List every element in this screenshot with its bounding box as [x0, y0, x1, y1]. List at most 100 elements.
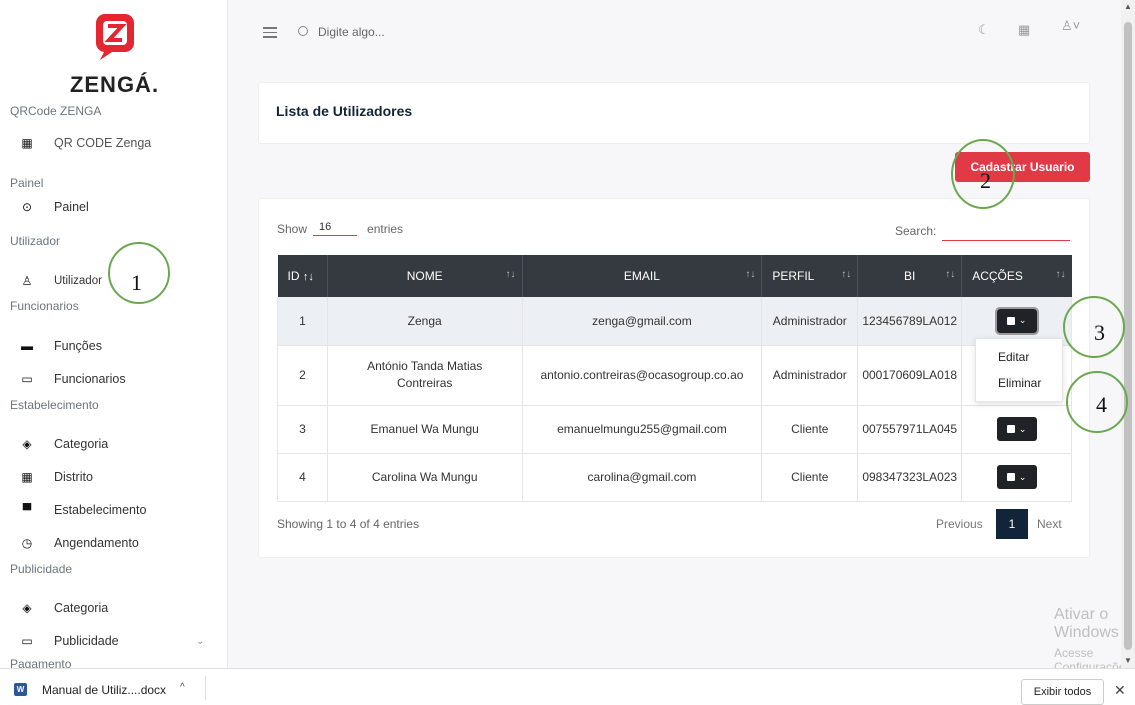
sidebar-item-label: Funcionarios — [54, 372, 126, 386]
sidebar: ZENGÁ. QRCode ZENGA ▦ QR CODE Zenga Pain… — [0, 0, 228, 668]
sort-icon: ↑↓ — [505, 269, 516, 280]
cell-email: zenga@gmail.com — [522, 297, 763, 346]
column-header-nome[interactable]: NOME ↑↓ — [327, 255, 523, 297]
scroll-up-icon[interactable]: ▲ — [1124, 2, 1132, 11]
menu-item-edit[interactable]: Editar — [998, 350, 1029, 364]
clock-icon: ◷ — [21, 536, 33, 550]
show-label: Show — [277, 221, 308, 236]
cell-id: 3 — [277, 405, 328, 454]
brand-name: ZENGÁ. — [69, 72, 160, 97]
chevron-up-icon[interactable]: ^ — [180, 682, 185, 693]
menu-toggle-icon[interactable] — [263, 27, 277, 38]
section-publicidade: Publicidade — [10, 562, 73, 576]
copy-icon — [1006, 316, 1015, 325]
search-label: Search: — [895, 224, 937, 238]
help-circle-icon: ⊙ — [21, 200, 33, 214]
pagination-previous[interactable]: Previous — [936, 517, 983, 531]
sidebar-item-categoria-publicidade[interactable]: ◈ Categoria — [20, 598, 108, 618]
sidebar-item-label: Angendamento — [54, 536, 139, 550]
cell-nome: Carolina Wa Mungu — [327, 453, 523, 502]
zenga-logo-icon — [94, 12, 136, 62]
user-menu-icon[interactable]: ♙˅ — [1061, 18, 1080, 34]
chevron-down-icon: ⌄ — [196, 635, 205, 647]
sidebar-item-categoria[interactable]: ◈ Categoria — [20, 434, 108, 454]
menu-item-delete[interactable]: Eliminar — [998, 376, 1041, 390]
sidebar-item-utilizador[interactable]: ♙ Utilizador — [20, 271, 102, 291]
sidebar-item-angendamento[interactable]: ◷ Angendamento — [20, 533, 139, 553]
sidebar-item-label: QR CODE Zenga — [54, 136, 152, 150]
actions-dropdown-button[interactable]: ⌄ — [996, 465, 1037, 489]
sidebar-item-funcionarios[interactable]: ▭ Funcionarios — [20, 369, 126, 389]
cell-nome: Zenga — [327, 297, 523, 346]
cell-perfil: Cliente — [761, 405, 859, 454]
copy-icon — [1006, 425, 1015, 433]
pagination-page-1[interactable]: 1 — [996, 509, 1028, 539]
show-all-button[interactable]: Exibir todos — [1021, 679, 1104, 705]
entries-label: entries — [367, 221, 404, 236]
table-row: 2 António Tanda Matias Contreiras antoni… — [277, 345, 1072, 406]
id-card-icon: ▬ — [21, 339, 33, 353]
sidebar-item-distrito[interactable]: ▦ Distrito — [20, 467, 93, 487]
cell-bi: 098347323LA023 — [857, 453, 963, 502]
watermark-title: Ativar o Windows — [1054, 606, 1119, 641]
cell-bi: 123456789LA012 — [857, 297, 963, 346]
table-search-input[interactable] — [942, 221, 1071, 241]
brand-logo[interactable]: ZENGÁ. — [52, 12, 177, 102]
sidebar-item-funcoes[interactable]: ▬ Funções — [20, 336, 102, 356]
sidebar-item-painel[interactable]: ⊙ Painel — [20, 197, 89, 217]
annotation-label-4: 4 — [1096, 392, 1107, 417]
close-icon[interactable]: ✕ — [1114, 682, 1126, 699]
moon-icon[interactable]: ☾ — [978, 22, 990, 38]
download-file-name[interactable]: Manual de Utiliz....docx — [42, 683, 166, 697]
actions-dropdown-button[interactable]: ⌄ — [996, 417, 1037, 441]
cell-id: 4 — [277, 453, 328, 502]
column-header-accoes[interactable]: ACÇÕES ↑↓ — [962, 255, 1072, 297]
sidebar-item-label: Utilizador — [54, 275, 102, 287]
cell-nome: Emanuel Wa Mungu — [327, 405, 523, 454]
sidebar-item-publicidade[interactable]: ▭ Publicidade ⌄ — [20, 631, 220, 651]
users-table-card: Show 16 entries Search: ID ↑↓ NOME ↑↓ EMA… — [258, 198, 1090, 558]
search-icon — [298, 26, 308, 36]
actions-dropdown-button[interactable]: ⌄ — [994, 306, 1039, 335]
column-header-bi[interactable]: BI ↑↓ — [857, 255, 963, 297]
store-icon: ▀ — [22, 503, 32, 517]
cell-perfil: Administrador — [761, 345, 859, 406]
scroll-down-icon[interactable]: ▼ — [1124, 656, 1132, 665]
column-header-email[interactable]: EMAIL ↑↓ — [522, 255, 763, 297]
cell-perfil: Cliente — [761, 453, 859, 502]
grid-icon[interactable]: ▦ — [1018, 22, 1030, 38]
word-document-icon: W — [14, 683, 27, 696]
cell-email: antonio.contreiras@ocasogroup.co.ao — [522, 345, 763, 406]
sidebar-item-label: Publicidade — [54, 634, 119, 648]
section-pagamento: Pagamento — [10, 657, 72, 668]
table-info: Showing 1 to 4 of 4 entries — [277, 517, 420, 531]
cell-bi: 007557971LA045 — [857, 405, 963, 454]
cell-id: 2 — [277, 345, 328, 406]
column-header-id[interactable]: ID ↑↓ — [277, 255, 328, 297]
sidebar-item-qr-code[interactable]: ▦ QR CODE Zenga — [20, 133, 151, 153]
cell-perfil: Administrador — [761, 297, 859, 346]
section-estabelecimento: Estabelecimento — [10, 398, 99, 412]
annotation-label-3: 3 — [1094, 320, 1105, 345]
table-row: 3 Emanuel Wa Mungu emanuelmungu255@gmail… — [277, 405, 1072, 454]
scrollbar-thumb[interactable] — [1124, 22, 1132, 650]
search-input[interactable] — [318, 25, 518, 39]
table-row: 1 Zenga zenga@gmail.com Administrador 12… — [277, 297, 1072, 346]
sort-icon: ↑↓ — [841, 269, 852, 280]
section-qrcode: QRCode ZENGA — [10, 104, 102, 118]
pagination-next[interactable]: Next — [1037, 517, 1062, 531]
address-card-icon: ▭ — [21, 372, 33, 386]
cell-bi: 000170609LA018 — [857, 345, 963, 406]
sort-icon: ↑↓ — [945, 269, 956, 280]
cell-nome: António Tanda Matias Contreiras — [327, 345, 523, 406]
sidebar-item-estabelecimento[interactable]: ▀ Estabelecimento — [20, 500, 147, 520]
sidebar-item-label: Categoria — [54, 437, 109, 451]
sort-icon: ↑↓ — [745, 269, 756, 280]
column-header-perfil[interactable]: PERFIL ↑↓ — [761, 255, 859, 297]
entries-select[interactable]: 16 — [313, 221, 358, 236]
sidebar-item-label: Painel — [54, 200, 89, 214]
users-table: ID ↑↓ NOME ↑↓ EMAIL ↑↓ PERFIL ↑↓ BI ↑↓ ACÇÕE… — [277, 255, 1072, 502]
topbar: ☾ ▦ ♙˅ — [228, 0, 1121, 70]
sidebar-item-label: Distrito — [54, 470, 93, 484]
sidebar-item-label: Estabelecimento — [54, 503, 147, 517]
